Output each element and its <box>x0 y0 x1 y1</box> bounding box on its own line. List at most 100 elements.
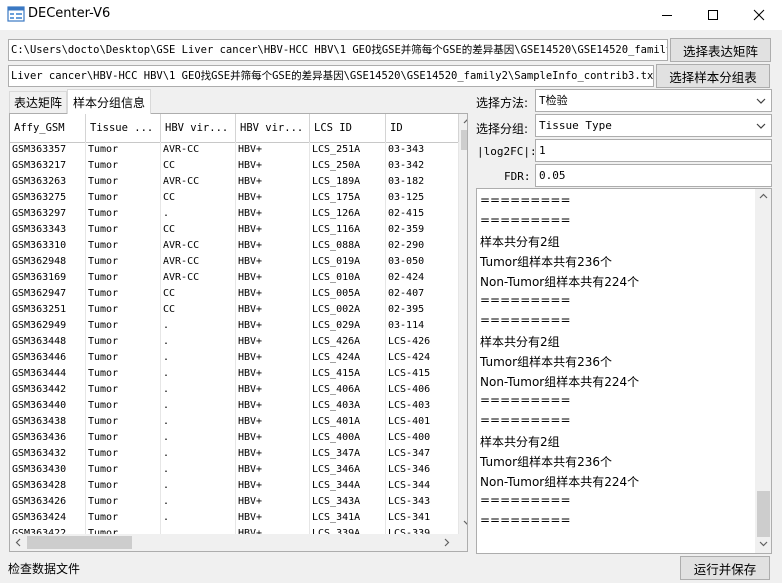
sample-grid[interactable]: Affy_GSM Tissue ... HBV vir... HBV vir..… <box>9 113 468 552</box>
table-row[interactable]: GSM363275 Tumor CC HBV+ LCS_175A 03-125 <box>10 190 459 206</box>
vertical-scroll-thumb[interactable] <box>461 130 467 150</box>
select-sample-button[interactable]: 选择样本分组表 <box>656 64 770 88</box>
table-cell[interactable]: HBV+ <box>236 190 310 206</box>
table-cell[interactable]: Tumor <box>86 446 161 462</box>
scroll-down-icon[interactable] <box>463 520 468 526</box>
table-cell[interactable]: LCS_116A <box>310 222 386 238</box>
table-cell[interactable]: GSM363430 <box>10 462 86 478</box>
table-cell[interactable]: GSM363357 <box>10 142 86 158</box>
tab-sample-group-info[interactable]: 样本分组信息 <box>67 89 151 114</box>
table-cell[interactable]: 03-342 <box>386 158 459 174</box>
table-cell[interactable]: AVR-CC <box>161 142 236 158</box>
table-row[interactable]: GSM362947 Tumor CC HBV+ LCS_005A 02-407 <box>10 286 459 302</box>
tab-expression-matrix[interactable]: 表达矩阵 <box>9 91 67 113</box>
table-cell[interactable]: 03-050 <box>386 254 459 270</box>
table-cell[interactable]: HBV+ <box>236 510 310 526</box>
table-cell[interactable]: LCS_400A <box>310 430 386 446</box>
table-cell[interactable]: LCS-343 <box>386 494 459 510</box>
scroll-up-icon[interactable] <box>759 193 768 199</box>
table-cell[interactable]: . <box>161 446 236 462</box>
log-output[interactable]: ========= ========= 样本共分有2组 Tumor组样本共有236个 N… <box>476 188 772 554</box>
table-cell[interactable]: LCS-406 <box>386 382 459 398</box>
table-cell[interactable]: LCS_347A <box>310 446 386 462</box>
table-cell[interactable]: LCS-415 <box>386 366 459 382</box>
table-cell[interactable]: Tumor <box>86 206 161 222</box>
table-cell[interactable]: LCS-341 <box>386 510 459 526</box>
table-row[interactable]: GSM363444 Tumor. HBV+ LCS_415A LCS-415 <box>10 366 459 382</box>
table-cell[interactable]: GSM363343 <box>10 222 86 238</box>
table-cell[interactable]: HBV+ <box>236 478 310 494</box>
table-cell[interactable]: Tumor <box>86 238 161 254</box>
table-cell[interactable]: HBV+ <box>236 238 310 254</box>
table-cell[interactable]: AVR-CC <box>161 254 236 270</box>
scroll-up-icon[interactable] <box>463 118 468 124</box>
table-cell[interactable]: HBV+ <box>236 222 310 238</box>
table-cell[interactable]: LCS-426 <box>386 334 459 350</box>
table-cell[interactable]: HBV+ <box>236 398 310 414</box>
table-cell[interactable]: GSM363442 <box>10 382 86 398</box>
table-cell[interactable]: GSM362949 <box>10 318 86 334</box>
table-row[interactable]: GSM363436 Tumor. HBV+ LCS_400A LCS-400 <box>10 430 459 446</box>
table-cell[interactable]: LCS-347 <box>386 446 459 462</box>
scroll-down-icon[interactable] <box>759 541 768 547</box>
log2fc-input[interactable]: 1 <box>535 139 772 162</box>
scroll-right-icon[interactable] <box>444 538 450 547</box>
table-row[interactable]: GSM362949 Tumor. HBV+ LCS_029A 03-114 <box>10 318 459 334</box>
table-cell[interactable]: LCS-403 <box>386 398 459 414</box>
table-cell[interactable]: GSM363310 <box>10 238 86 254</box>
table-row[interactable]: GSM363217 Tumor CC HBV+ LCS_250A 03-342 <box>10 158 459 174</box>
table-cell[interactable]: LCS_005A <box>310 286 386 302</box>
table-cell[interactable]: LCS_088A <box>310 238 386 254</box>
table-cell[interactable]: GSM363428 <box>10 478 86 494</box>
table-cell[interactable]: HBV+ <box>236 382 310 398</box>
table-cell[interactable]: Tumor <box>86 414 161 430</box>
table-cell[interactable]: Tumor <box>86 142 161 158</box>
table-cell[interactable]: Tumor <box>86 318 161 334</box>
table-cell[interactable]: 03-114 <box>386 318 459 334</box>
table-cell[interactable]: LCS_343A <box>310 494 386 510</box>
expr-path-input[interactable]: C:\Users\docto\Desktop\GSE Liver cancer\… <box>8 39 668 61</box>
table-cell[interactable]: LCS_029A <box>310 318 386 334</box>
column-header[interactable]: Affy_GSM <box>10 114 86 142</box>
table-cell[interactable]: . <box>161 398 236 414</box>
table-cell[interactable]: LCS_415A <box>310 366 386 382</box>
table-row[interactable]: GSM363263 Tumor AVR-CC HBV+ LCS_189A 03-182 <box>10 174 459 190</box>
table-cell[interactable]: GSM363448 <box>10 334 86 350</box>
log-scrollbar[interactable] <box>755 189 771 553</box>
table-cell[interactable]: HBV+ <box>236 286 310 302</box>
table-cell[interactable]: LCS-344 <box>386 478 459 494</box>
table-row[interactable]: GSM363440 Tumor. HBV+ LCS_403A LCS-403 <box>10 398 459 414</box>
table-cell[interactable]: Tumor <box>86 270 161 286</box>
table-cell[interactable]: HBV+ <box>236 174 310 190</box>
table-cell[interactable]: HBV+ <box>236 446 310 462</box>
table-cell[interactable]: 02-424 <box>386 270 459 286</box>
table-cell[interactable]: HBV+ <box>236 366 310 382</box>
table-cell[interactable]: HBV+ <box>236 206 310 222</box>
run-save-button[interactable]: 运行并保存 <box>680 556 770 580</box>
table-cell[interactable]: HBV+ <box>236 494 310 510</box>
table-cell[interactable]: HBV+ <box>236 158 310 174</box>
table-cell[interactable]: LCS_344A <box>310 478 386 494</box>
table-cell[interactable]: . <box>161 462 236 478</box>
table-row[interactable]: GSM363430 Tumor. HBV+ LCS_346A LCS-346 <box>10 462 459 478</box>
table-cell[interactable]: Tumor <box>86 222 161 238</box>
table-cell[interactable]: 03-343 <box>386 142 459 158</box>
vertical-scrollbar[interactable] <box>459 114 468 534</box>
table-cell[interactable]: Tumor <box>86 430 161 446</box>
table-cell[interactable]: HBV+ <box>236 414 310 430</box>
column-header[interactable]: Tissue ... <box>86 114 161 142</box>
table-cell[interactable]: LCS_401A <box>310 414 386 430</box>
table-cell[interactable]: . <box>161 206 236 222</box>
table-cell[interactable]: . <box>161 318 236 334</box>
table-row[interactable]: GSM363310 Tumor AVR-CC HBV+ LCS_088A 02-290 <box>10 238 459 254</box>
table-cell[interactable]: LCS_002A <box>310 302 386 318</box>
table-cell[interactable]: GSM363169 <box>10 270 86 286</box>
table-cell[interactable]: GSM363217 <box>10 158 86 174</box>
table-row[interactable]: GSM363448 Tumor. HBV+ LCS_426A LCS-426 <box>10 334 459 350</box>
table-cell[interactable]: Tumor <box>86 174 161 190</box>
table-cell[interactable]: AVR-CC <box>161 270 236 286</box>
table-cell[interactable]: GSM363446 <box>10 350 86 366</box>
table-cell[interactable]: LCS-401 <box>386 414 459 430</box>
table-cell[interactable]: Tumor <box>86 462 161 478</box>
table-cell[interactable]: . <box>161 430 236 446</box>
